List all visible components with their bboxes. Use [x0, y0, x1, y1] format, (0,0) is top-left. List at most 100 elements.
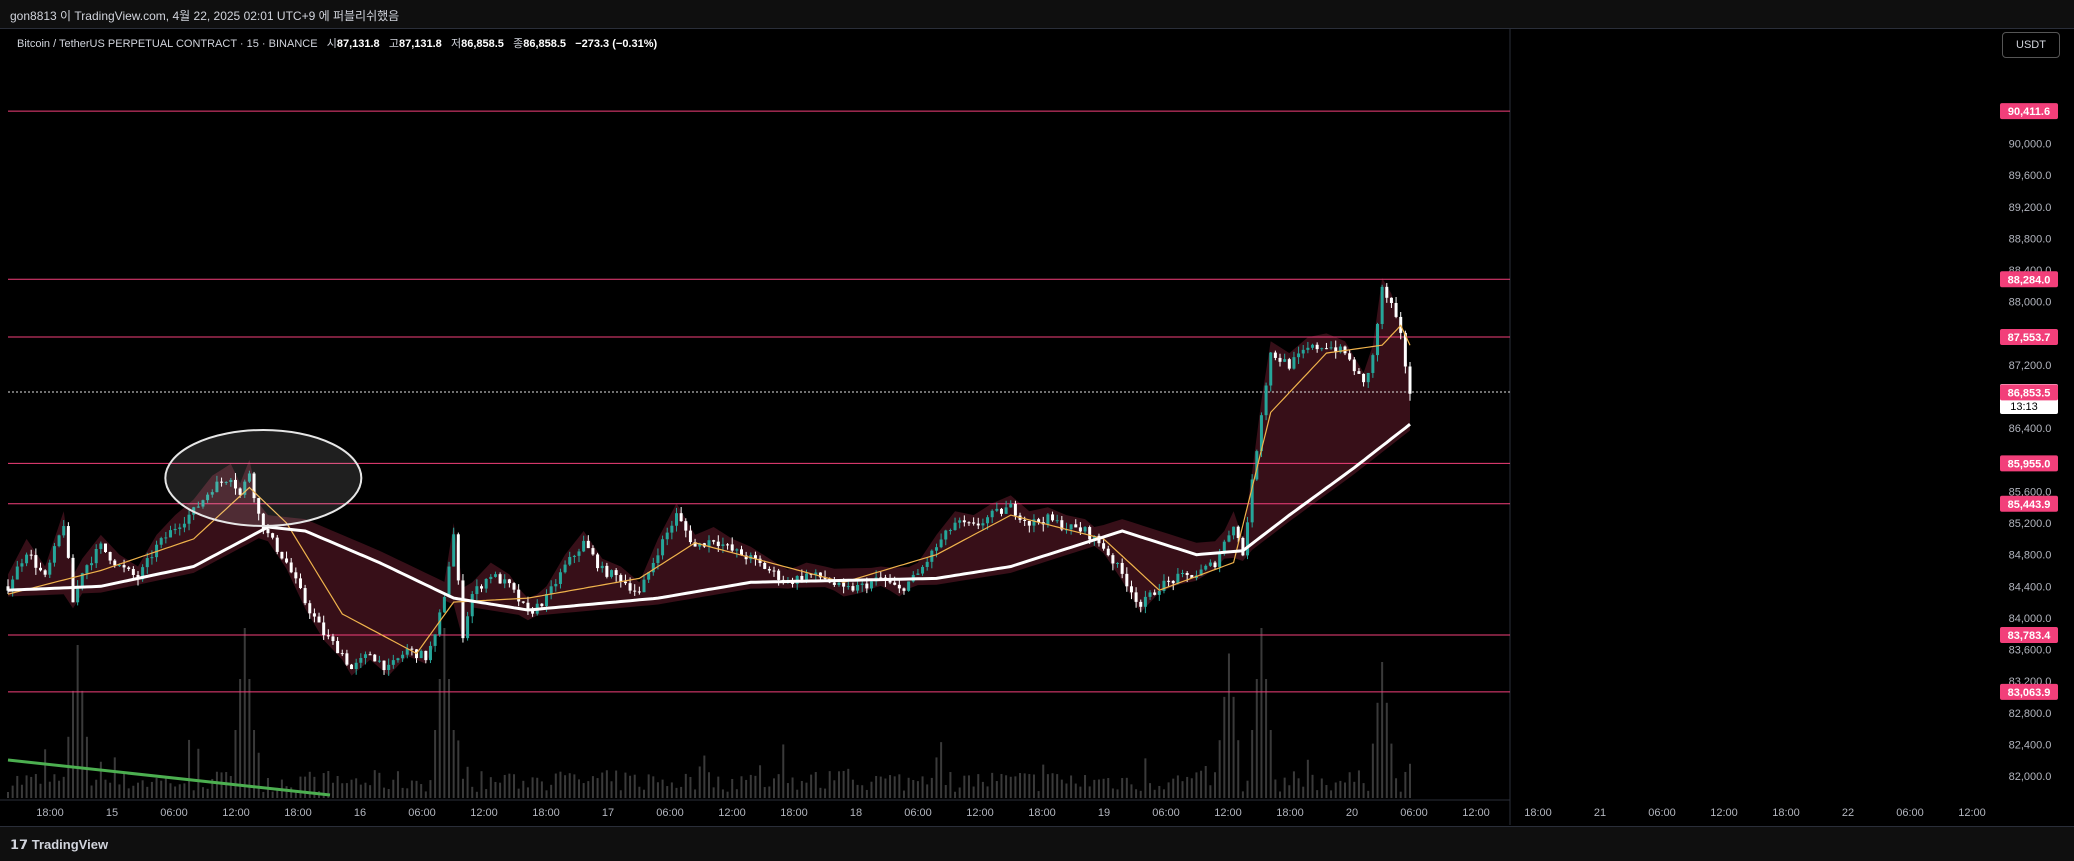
candle-body [1046, 514, 1050, 525]
volume-bar [735, 789, 738, 798]
volume-bar [1246, 780, 1249, 798]
volume-bar [847, 768, 850, 798]
volume-bar [819, 787, 822, 798]
candle-body [131, 569, 135, 575]
volume-bar [1158, 785, 1161, 798]
volume-bar [336, 775, 339, 798]
candle-body [907, 581, 911, 591]
volume-bar [1274, 779, 1277, 798]
volume-bar [1074, 783, 1077, 798]
volume-bar [1088, 786, 1091, 798]
candle-body [1292, 357, 1296, 369]
volume-bar [1209, 785, 1212, 798]
candle-body [921, 566, 925, 574]
candle-body [382, 660, 386, 671]
candle-body [1371, 355, 1375, 373]
volume-bar [234, 730, 237, 798]
volume-bar [341, 783, 344, 798]
candle-body [934, 547, 938, 551]
volume-bar [624, 772, 627, 798]
price-level-label: 85,443.9 [2008, 499, 2051, 511]
volume-bar [675, 787, 678, 798]
currency-button[interactable]: USDT [2002, 32, 2060, 58]
candle-body [182, 523, 186, 528]
volume-bar [113, 757, 116, 798]
tradingview-logo[interactable]: 𝟭𝟳 TradingView [10, 837, 108, 853]
volume-bar [188, 739, 191, 798]
candle-body [1394, 302, 1398, 317]
volume-bar [1009, 776, 1012, 798]
volume-bar [967, 775, 970, 798]
volume-bar [392, 779, 395, 798]
volume-bar [564, 775, 567, 798]
volume-bar [104, 779, 107, 798]
x-tick-label: 12:00 [1214, 807, 1242, 819]
candle-body [837, 582, 841, 585]
candle-body [1069, 524, 1073, 530]
volume-bar [591, 776, 594, 798]
candle-body [1213, 562, 1217, 568]
volume-bar [215, 771, 218, 798]
volume-bar [378, 772, 381, 798]
volume-bar [935, 757, 938, 798]
candle-body [507, 579, 511, 584]
volume-bar [810, 774, 813, 798]
x-tick-label: 06:00 [1152, 807, 1180, 819]
candle-body [558, 572, 562, 584]
candle-body [1283, 359, 1287, 362]
volume-bar [814, 772, 817, 798]
volume-bar [1102, 778, 1105, 798]
volume-bar [633, 774, 636, 798]
high-label: 고 [388, 38, 399, 50]
candle-body [484, 579, 488, 589]
volume-bar [81, 690, 84, 798]
volume-bar [782, 744, 785, 798]
candle-body [275, 537, 279, 552]
volume-bar [1251, 730, 1254, 798]
volume-bar [522, 780, 525, 798]
volume-bar [578, 779, 581, 798]
x-tick-label: 06:00 [1896, 807, 1924, 819]
x-tick-label: 12:00 [1958, 807, 1986, 819]
volume-bar [243, 628, 246, 798]
candle-body [670, 525, 674, 533]
volume-bar [1325, 785, 1328, 798]
candle-body [1380, 286, 1384, 324]
candle-body [187, 514, 191, 524]
candle-body [1083, 527, 1087, 532]
volume-bar [977, 774, 980, 798]
volume-bar [331, 782, 334, 798]
volume-bar [11, 785, 14, 798]
volume-bar [461, 778, 464, 798]
candle-body [66, 526, 70, 558]
candle-body [1246, 522, 1250, 556]
volume-bar [503, 774, 506, 798]
candle-body [1004, 507, 1008, 514]
y-tick-label: 86,400.0 [2009, 423, 2052, 435]
x-tick-label: 12:00 [718, 807, 746, 819]
volume-bar [1065, 783, 1068, 798]
volume-bar [53, 774, 56, 798]
volume-bar [99, 761, 102, 798]
time-axis[interactable]: 18:00 15 06:00 12:00 18:00 16 06:00 12:00 18:00 1… [36, 807, 1986, 819]
volume-bar [596, 778, 599, 798]
candle-body [545, 594, 549, 607]
candle-body [1185, 572, 1189, 576]
volume-bar [694, 789, 697, 798]
candle-body [1157, 590, 1161, 595]
volume-bar [1204, 765, 1207, 798]
y-tick-label: 84,800.0 [2009, 550, 2052, 562]
candle-body [902, 588, 906, 591]
price-axis[interactable]: 82,000.082,400.082,800.083,200.083,600.0… [2000, 103, 2058, 783]
volume-bar [921, 776, 924, 798]
candle-body [958, 520, 962, 523]
candle-body [860, 583, 864, 585]
x-tick-label: 06:00 [408, 807, 436, 819]
candle-body [605, 565, 609, 577]
volume-bar [1237, 740, 1240, 798]
candle-body [1389, 297, 1393, 303]
volume-bar [457, 740, 460, 798]
low-label: 저 [450, 38, 462, 50]
price-chart[interactable]: 82,000.082,400.082,800.083,200.083,600.0… [0, 0, 2074, 860]
candle-body [489, 576, 493, 580]
